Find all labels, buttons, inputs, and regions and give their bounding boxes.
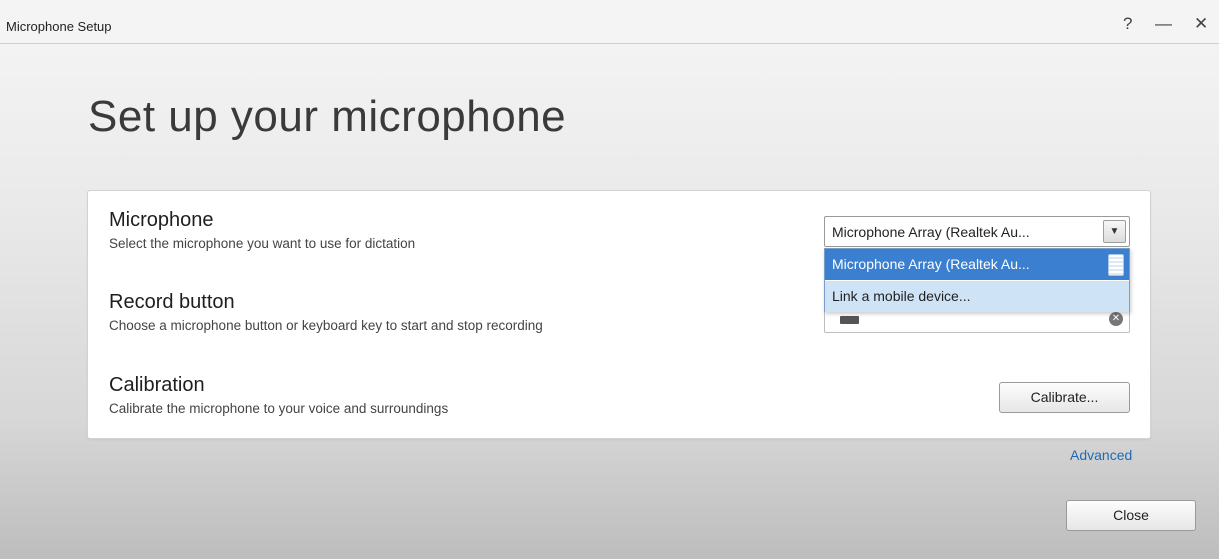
microphone-description: Select the microphone you want to use fo… <box>109 236 416 251</box>
dropdown-option-link-mobile[interactable]: Link a mobile device... <box>825 281 1129 312</box>
record-button-description: Choose a microphone button or keyboard k… <box>109 318 543 333</box>
calibration-title: Calibration <box>109 374 205 396</box>
settings-panel: Microphone Select the microphone you wan… <box>87 190 1151 439</box>
keyboard-icon <box>840 316 859 324</box>
close-window-button[interactable]: ✕ <box>1194 14 1208 34</box>
minimize-button[interactable]: — <box>1155 14 1172 34</box>
microphone-select-value: Microphone Array (Realtek Au... <box>832 224 1030 240</box>
calibrate-button[interactable]: Calibrate... <box>999 382 1130 413</box>
microphone-title: Microphone <box>109 209 214 231</box>
window-title: Microphone Setup <box>6 19 112 34</box>
advanced-link[interactable]: Advanced <box>1070 447 1132 463</box>
close-button[interactable]: Close <box>1066 500 1196 531</box>
microphone-select[interactable]: Microphone Array (Realtek Au... ▼ <box>824 216 1130 247</box>
chevron-down-icon[interactable]: ▼ <box>1103 220 1126 243</box>
record-button-title: Record button <box>109 291 235 313</box>
help-button[interactable]: ? <box>1123 14 1132 34</box>
calibration-description: Calibrate the microphone to your voice a… <box>109 401 449 416</box>
page-title: Set up your microphone <box>88 92 567 141</box>
microphone-dropdown-list: Microphone Array (Realtek Au... Link a m… <box>824 248 1130 312</box>
scrollbar-thumb[interactable] <box>1108 254 1124 276</box>
dropdown-option-microphone-array[interactable]: Microphone Array (Realtek Au... <box>825 249 1129 280</box>
title-bar: Microphone Setup ? — ✕ <box>0 0 1219 44</box>
clear-icon[interactable]: ✕ <box>1109 312 1123 326</box>
